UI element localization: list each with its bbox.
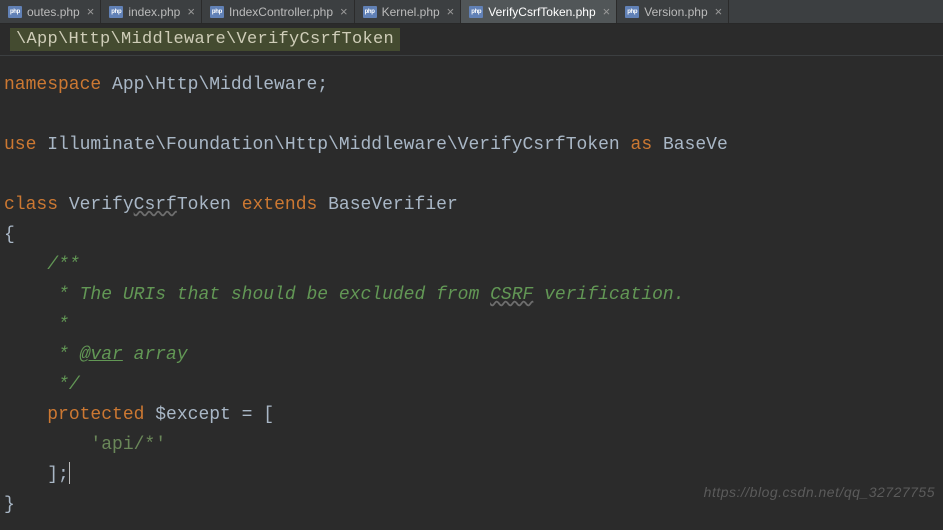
php-icon: php: [210, 6, 224, 18]
close-icon[interactable]: ×: [340, 4, 348, 19]
class-name: VerifyCsrfToken: [69, 195, 231, 215]
bracket-close: ];: [47, 465, 69, 485]
tab-label: IndexController.php: [229, 5, 333, 19]
base-class: BaseVerifier: [328, 195, 458, 215]
keyword: extends: [242, 195, 318, 215]
text-caret: [69, 462, 70, 484]
string-literal: 'api/*': [90, 435, 166, 455]
keyword: protected: [47, 405, 144, 425]
brace: }: [4, 495, 15, 515]
tab-kernel[interactable]: php Kernel.php ×: [355, 0, 462, 23]
alias: BaseVe: [663, 135, 728, 155]
variable: $except: [155, 405, 231, 425]
code-editor[interactable]: namespace App\Http\Middleware; use Illum…: [0, 56, 943, 530]
tab-indexcontroller[interactable]: php IndexController.php ×: [202, 0, 355, 23]
namespace-path: App\Http\Middleware: [112, 75, 317, 95]
close-icon[interactable]: ×: [603, 4, 611, 19]
keyword: namespace: [4, 75, 101, 95]
keyword: use: [4, 135, 36, 155]
tab-version[interactable]: php Version.php ×: [617, 0, 729, 23]
close-icon[interactable]: ×: [87, 4, 95, 19]
php-icon: php: [8, 6, 22, 18]
brace: {: [4, 225, 15, 245]
tab-label: VerifyCsrfToken.php: [488, 5, 595, 19]
breadcrumb-path: \App\Http\Middleware\VerifyCsrfToken: [10, 28, 400, 51]
keyword: class: [4, 195, 58, 215]
close-icon[interactable]: ×: [715, 4, 723, 19]
doc-comment: *: [47, 315, 69, 335]
tab-label: outes.php: [27, 5, 80, 19]
tab-index[interactable]: php index.php ×: [101, 0, 202, 23]
doc-comment: /**: [47, 255, 79, 275]
doc-comment: * The URIs that should be excluded from …: [47, 285, 684, 305]
close-icon[interactable]: ×: [447, 4, 455, 19]
tab-routes[interactable]: php outes.php ×: [0, 0, 101, 23]
php-icon: php: [363, 6, 377, 18]
use-path: Illuminate\Foundation\Http\Middleware\Ve…: [47, 135, 620, 155]
doc-comment: * @var array: [47, 345, 187, 365]
php-icon: php: [625, 6, 639, 18]
tab-label: index.php: [128, 5, 180, 19]
doc-comment: */: [47, 375, 79, 395]
watermark: https://blog.csdn.net/qq_32727755: [704, 484, 935, 500]
breadcrumb-bar: \App\Http\Middleware\VerifyCsrfToken: [0, 24, 943, 56]
keyword: as: [631, 135, 653, 155]
tab-bar: php outes.php × php index.php × php Inde…: [0, 0, 943, 24]
php-icon: php: [469, 6, 483, 18]
tab-verifycsrftoken[interactable]: php VerifyCsrfToken.php ×: [461, 0, 617, 23]
tab-label: Kernel.php: [382, 5, 440, 19]
tab-label: Version.php: [644, 5, 707, 19]
php-icon: php: [109, 6, 123, 18]
close-icon[interactable]: ×: [187, 4, 195, 19]
